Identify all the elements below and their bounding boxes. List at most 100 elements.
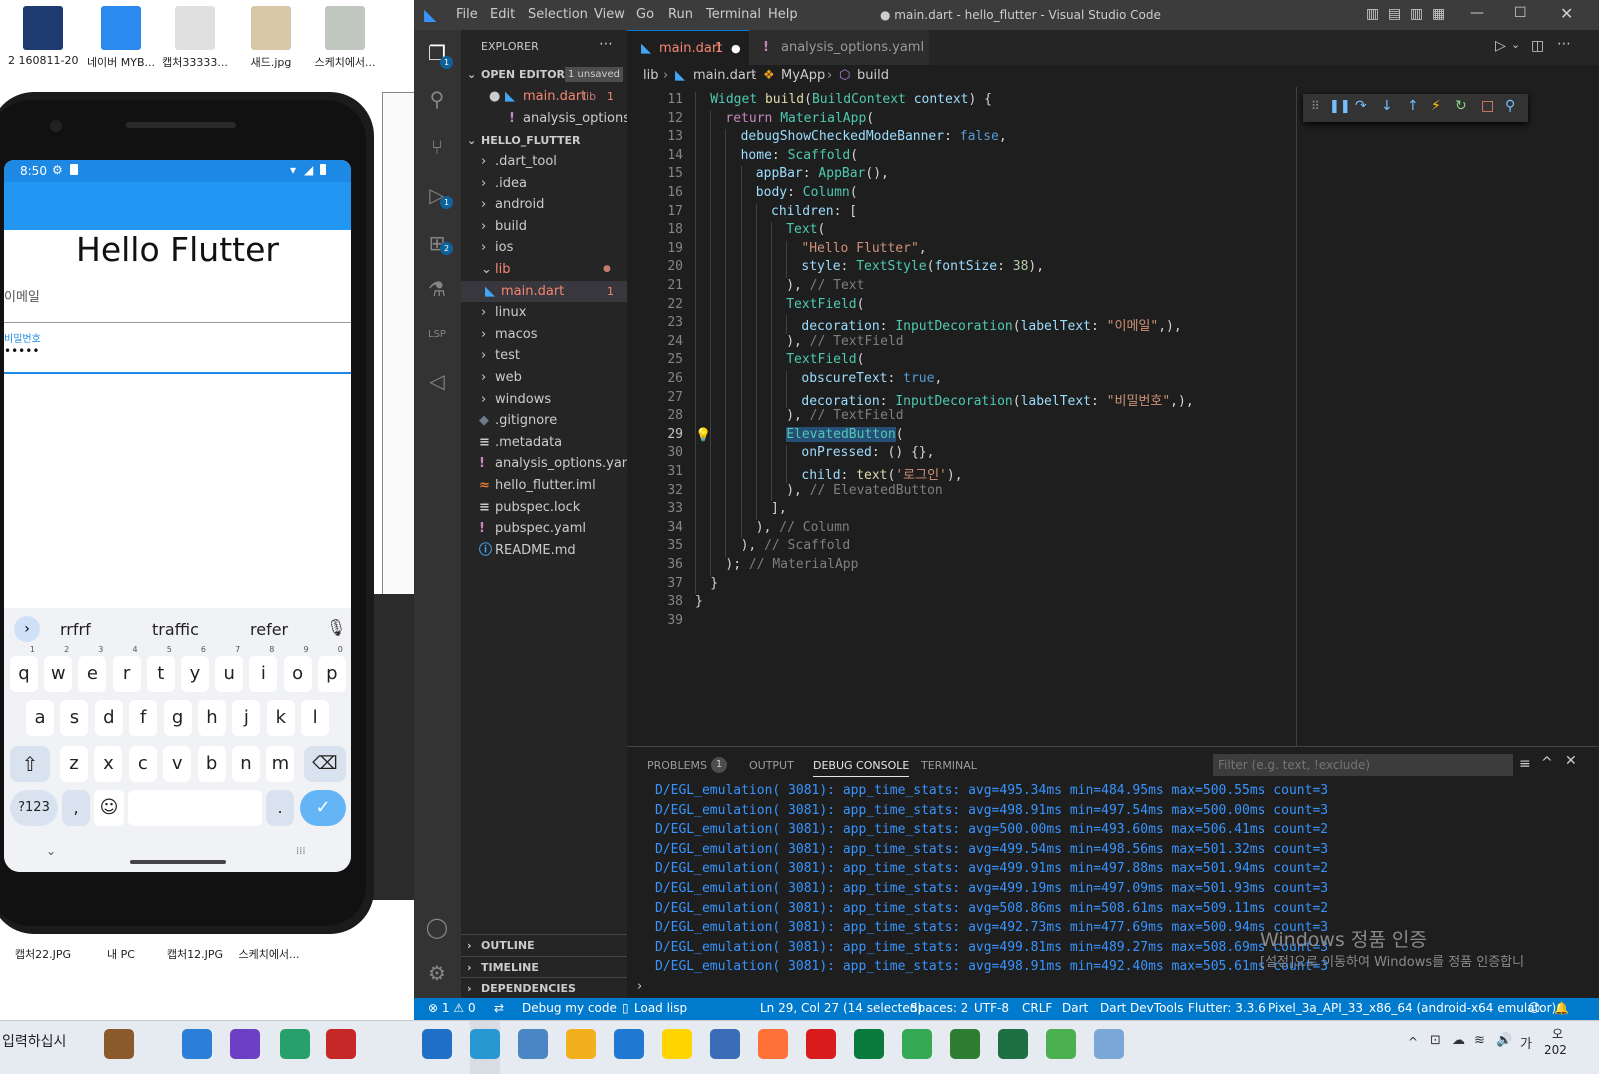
tray-ime-icon[interactable]: 가 — [1520, 1033, 1532, 1052]
menu-file[interactable]: File — [456, 7, 478, 22]
key-r[interactable]: r4 — [112, 645, 141, 692]
minimize-icon[interactable]: — — [1470, 5, 1484, 21]
tree-item-ios[interactable]: › ios — [461, 237, 627, 258]
firefox-icon[interactable] — [758, 1029, 788, 1059]
terminal-icon[interactable] — [950, 1029, 980, 1059]
breadcrumb-class[interactable]: MyApp — [781, 65, 825, 87]
key-c[interactable]: c — [128, 746, 157, 782]
stop-icon[interactable]: □ — [1481, 98, 1494, 114]
tree-item-test[interactable]: › test — [461, 345, 627, 366]
key-j[interactable]: j — [232, 700, 261, 736]
desktop-icon[interactable]: 새드.jpg — [236, 6, 306, 70]
keyboard-suggestion[interactable]: rrfrf — [60, 620, 91, 639]
coffee-app-icon[interactable] — [104, 1029, 134, 1059]
shift-key[interactable]: ⇧ — [10, 746, 50, 782]
tree-item-lib[interactable]: ⌄ lib ● — [461, 259, 627, 280]
status-device[interactable]: Pixel_3a_API_33_x86_64 (android-x64 emul… — [1268, 1001, 1556, 1015]
console-filter-input[interactable] — [1213, 754, 1513, 776]
opera-icon[interactable] — [806, 1029, 836, 1059]
tree-item--dart-tool[interactable]: › .dart_tool — [461, 151, 627, 172]
menu-selection[interactable]: Selection — [528, 7, 588, 22]
outline-header[interactable]: › OUTLINE — [461, 934, 627, 956]
menu-go[interactable]: Go — [636, 7, 654, 22]
clear-console-icon[interactable]: ≡ — [1519, 756, 1531, 772]
testing-flask-icon[interactable]: ⚗ — [424, 276, 450, 302]
tray-date[interactable]: 202 — [1544, 1043, 1567, 1057]
maximize-icon[interactable]: ☐ — [1514, 5, 1527, 21]
notepad-icon[interactable] — [1094, 1029, 1124, 1059]
chrome-icon[interactable] — [518, 1029, 548, 1059]
status-dart-devtools[interactable]: Dart DevTools — [1100, 1001, 1183, 1015]
toggle-sidebar-icon[interactable]: ▥ — [1366, 6, 1379, 22]
tab-problems[interactable]: PROBLEMS — [647, 759, 707, 772]
keyboard-suggestion[interactable]: refer — [250, 620, 288, 639]
restart-icon[interactable]: ↻ — [1455, 98, 1467, 114]
step-into-icon[interactable]: ↓ — [1381, 98, 1393, 114]
pause-icon[interactable]: ❚❚ — [1329, 99, 1351, 114]
key-u[interactable]: u7 — [215, 645, 244, 692]
tray-cloud-icon[interactable]: ☁ — [1452, 1033, 1465, 1048]
lightbulb-icon[interactable]: 💡 — [695, 428, 711, 443]
status-eol[interactable]: CRLF — [1022, 1001, 1052, 1015]
store-icon[interactable] — [614, 1029, 644, 1059]
status-language[interactable]: Dart — [1062, 1001, 1088, 1015]
split-editor-icon[interactable]: ◫ — [1531, 38, 1544, 54]
tree-item--idea[interactable]: › .idea — [461, 173, 627, 194]
tray-wifi-icon[interactable]: ≋ — [1474, 1033, 1485, 1048]
space-key[interactable] — [128, 790, 262, 826]
close-icon[interactable]: ✕ — [1560, 4, 1573, 23]
tree-item-hello-flutter-iml[interactable]: ≈ hello_flutter.iml — [461, 475, 627, 496]
kakaotalk-icon[interactable] — [662, 1029, 692, 1059]
tree-item-linux[interactable]: › linux — [461, 302, 627, 323]
search-icon[interactable]: ⚲ — [424, 86, 450, 112]
desktop-icon[interactable]: 캡처33333... — [160, 6, 230, 70]
devtools-search-icon[interactable]: ⚲ — [1505, 98, 1515, 114]
more-actions-icon[interactable]: ⋯ — [599, 36, 613, 52]
taskbar-input-text[interactable]: 입력하십시 — [2, 1031, 66, 1051]
tree-item-readme-md[interactable]: ⓘ README.md — [461, 540, 627, 561]
tab-output[interactable]: OUTPUT — [749, 759, 794, 772]
status-cursor-position[interactable]: Ln 29, Col 27 (14 selected) — [760, 1001, 922, 1015]
excel-icon[interactable] — [998, 1029, 1028, 1059]
open-editor-main-dart[interactable]: ● ◣ main.dart lib 1 — [461, 86, 627, 107]
app-icon[interactable] — [1046, 1029, 1076, 1059]
desktop-icon[interactable]: 내 PC — [86, 946, 156, 962]
dependencies-header[interactable]: › DEPENDENCIES — [461, 977, 627, 999]
keyboard-switch-icon[interactable]: ⁞⁞⁞ — [296, 846, 306, 857]
visual-studio-icon[interactable] — [230, 1029, 260, 1059]
status-problems[interactable]: ⊗ 1 ⚠ 0 — [428, 1001, 476, 1015]
step-out-icon[interactable]: ↑ — [1407, 98, 1419, 114]
desktop-icon[interactable]: 캡처22.JPG — [8, 946, 78, 962]
enter-check-key[interactable]: ✓ — [300, 790, 346, 826]
tree-item-build[interactable]: › build — [461, 216, 627, 237]
tray-time[interactable]: 오 — [1552, 1025, 1563, 1042]
key-d[interactable]: d — [94, 700, 123, 736]
run-icon[interactable]: ▷ — [1495, 38, 1506, 54]
backspace-key[interactable]: ⌫ — [304, 746, 346, 782]
step-over-icon[interactable]: ↷ — [1355, 98, 1367, 114]
account-icon[interactable]: ◯ — [424, 914, 450, 940]
microphone-icon[interactable]: 🎙 — [326, 618, 346, 637]
status-indentation[interactable]: Spaces: 2 — [910, 1001, 968, 1015]
key-k[interactable]: k — [266, 700, 295, 736]
desktop-icon[interactable]: 캡처12.JPG — [160, 946, 230, 962]
desktop-icon[interactable]: 스케치에서... — [234, 946, 304, 962]
tree-item-pubspec-yaml[interactable]: ! pubspec.yaml — [461, 518, 627, 539]
maximize-panel-icon[interactable]: ^ — [1541, 755, 1553, 771]
key-z[interactable]: z — [60, 746, 88, 782]
symbols-key[interactable]: ?123 — [10, 790, 58, 826]
suggestion-expand-icon[interactable]: › — [14, 616, 40, 642]
manage-gear-icon[interactable]: ⚙ — [424, 960, 450, 986]
menu-edit[interactable]: Edit — [490, 7, 515, 22]
key-l[interactable]: l — [301, 700, 330, 736]
feedback-icon[interactable]: ☺ — [1528, 1001, 1541, 1015]
key-i[interactable]: i8 — [249, 645, 278, 692]
tree-item-web[interactable]: › web — [461, 367, 627, 388]
key-b[interactable]: b — [197, 746, 226, 782]
comma-key[interactable]: , — [62, 790, 90, 826]
tree-item-pubspec-lock[interactable]: ≡ pubspec.lock — [461, 497, 627, 518]
breadcrumb-method[interactable]: build — [857, 65, 889, 87]
console-prompt-icon[interactable]: › — [637, 979, 642, 994]
tray-chevron-up-icon[interactable]: ^ — [1408, 1035, 1418, 1049]
status-flutter-version[interactable]: Flutter: 3.3.6 — [1188, 1001, 1266, 1015]
